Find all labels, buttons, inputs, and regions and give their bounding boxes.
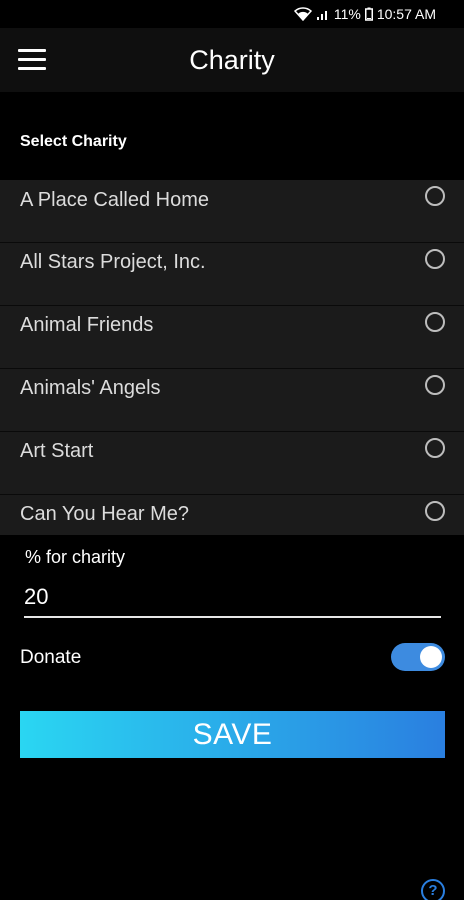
clock: 10:57 AM [376,6,436,22]
donate-toggle[interactable] [391,643,445,671]
signal-icon [316,11,327,20]
charity-item[interactable]: A Place Called Home [0,180,464,243]
donate-label: Donate [20,647,82,668]
page-title: Charity [189,44,275,75]
charity-name: A Place Called Home [20,189,209,211]
wifi-icon [293,7,312,21]
charity-name: Can You Hear Me? [20,503,190,525]
charity-item[interactable]: Can You Hear Me? [0,495,464,535]
radio-button[interactable] [425,186,445,206]
percent-for-charity-input[interactable] [24,578,441,618]
charity-item[interactable]: Animal Friends [0,306,464,369]
save-button[interactable]: SAVE [20,711,445,758]
battery-icon [364,7,373,21]
charity-list[interactable]: A Place Called Home All Stars Project, I… [0,180,464,535]
charity-name: Art Start [20,440,94,462]
radio-button[interactable] [425,438,445,458]
charity-name: All Stars Project, Inc. [20,251,206,273]
help-icon[interactable]: ? [421,879,445,900]
toggle-knob [420,646,442,668]
charity-item[interactable]: Animals' Angels [0,369,464,432]
charity-name: Animals' Angels [20,377,161,399]
radio-button[interactable] [425,249,445,269]
charity-item[interactable]: All Stars Project, Inc. [0,243,464,306]
select-charity-label: Select Charity [20,133,127,150]
radio-button[interactable] [425,501,445,521]
battery-percent: 11% [333,6,361,22]
radio-button[interactable] [425,375,445,395]
percent-for-charity-label: % for charity [25,547,126,567]
hamburger-menu-icon[interactable] [18,49,46,71]
radio-button[interactable] [425,312,445,332]
app-bar: Charity [0,28,464,92]
status-bar: 11% 10:57 AM [0,0,464,28]
charity-name: Animal Friends [20,314,154,336]
charity-item[interactable]: Art Start [0,432,464,495]
